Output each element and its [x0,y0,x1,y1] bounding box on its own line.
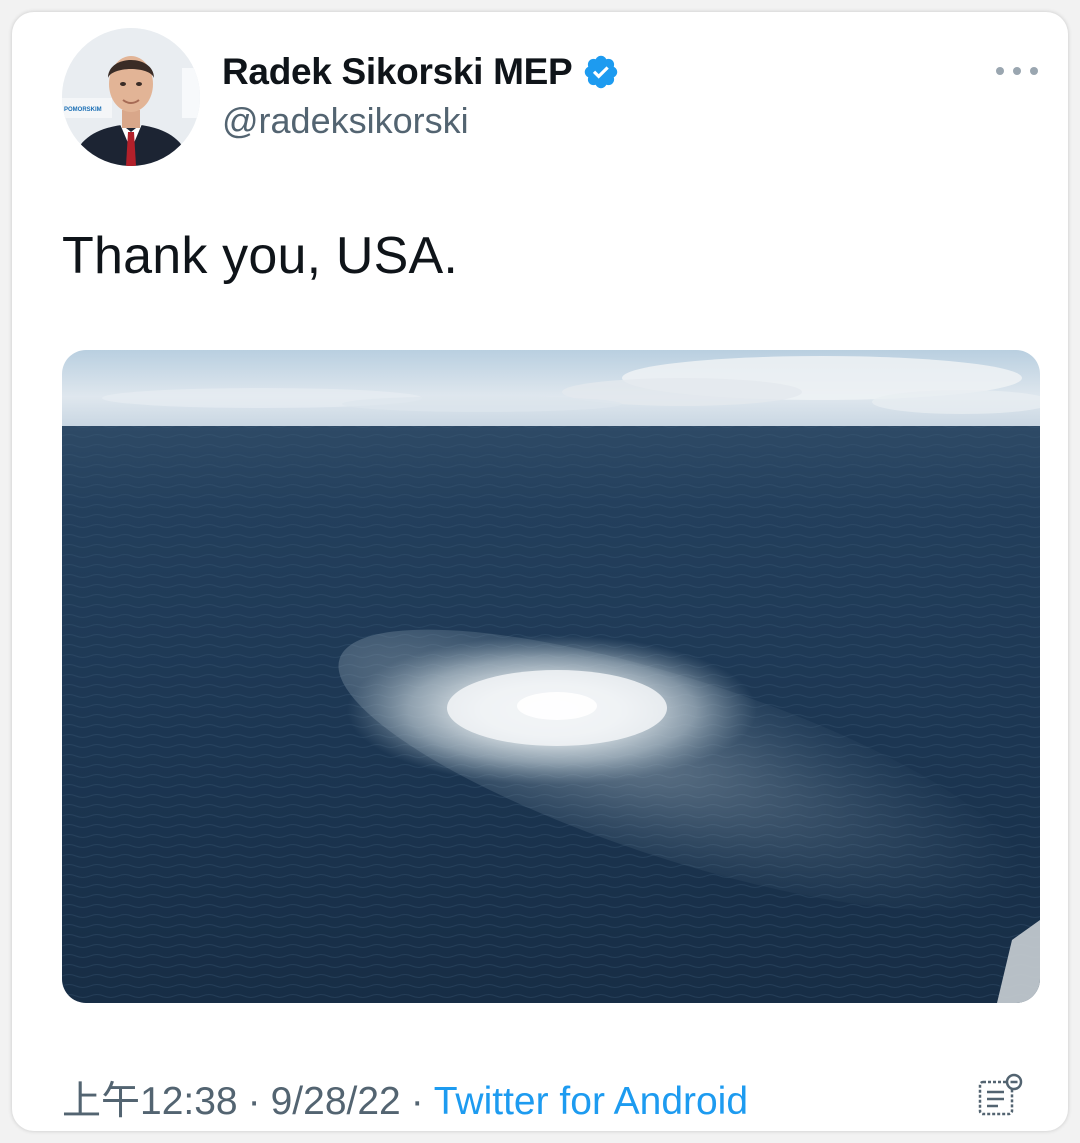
tweet-media-photo[interactable] [62,350,1040,1003]
tweet-text: Thank you, USA. [62,227,459,285]
verified-badge-icon [585,55,618,89]
tweet-meta: 上午12:38 · 9/28/22 · Twitter for Android [62,1070,748,1126]
author-handle[interactable]: @radeksikorski [222,100,469,142]
tweet-date[interactable]: 9/28/22 [271,1080,401,1124]
author-display-name[interactable]: Radek Sikorski MEP [222,51,573,93]
tweet-time[interactable]: 上午12:38 [62,1070,238,1126]
avatar-banner-text: POMORSKIM [64,107,102,113]
more-dots-icon[interactable] [996,56,1038,86]
separator: · [247,1080,261,1123]
tweet-source-link[interactable]: Twitter for Android [434,1080,748,1124]
avatar[interactable]: POMORSKIM [62,28,200,166]
separator: · [410,1080,424,1123]
author-name-row[interactable]: Radek Sikorski MEP [222,48,620,96]
sea-photo [62,350,1040,1003]
dot [1013,67,1021,75]
avatar-image: POMORSKIM [62,28,200,166]
tweet-card[interactable]: POMORSKIM Radek Sikorski MEP @radeksikor… [12,12,1068,1131]
view-analytics-icon[interactable] [976,1072,1024,1120]
dot [996,67,1004,75]
dot [1030,67,1038,75]
